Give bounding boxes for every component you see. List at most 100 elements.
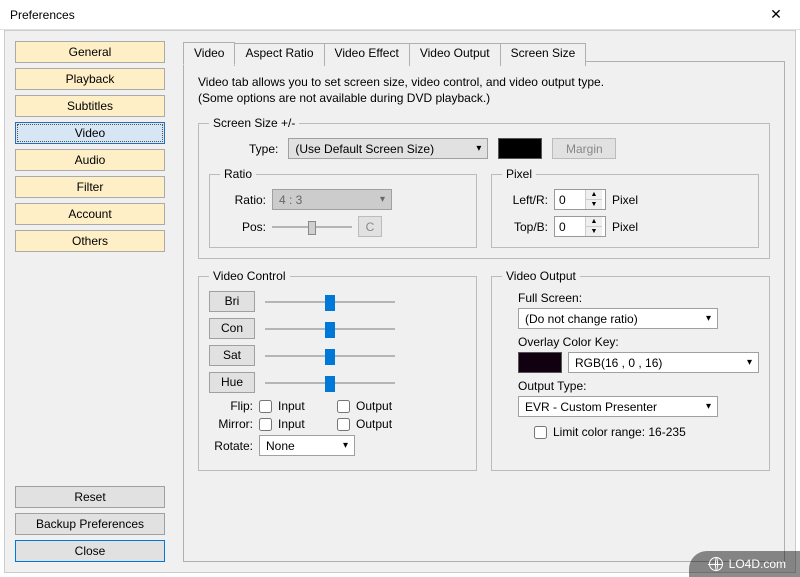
screen-size-legend: Screen Size +/- (209, 116, 299, 130)
sidebar: General Playback Subtitles Video Audio F… (15, 41, 165, 562)
rotate-label: Rotate: (209, 439, 253, 453)
watermark: LO4D.com (689, 551, 800, 577)
tab-panel: Video tab allows you to set screen size,… (183, 61, 785, 562)
chevron-down-icon: ▾ (706, 313, 711, 324)
pixel-legend: Pixel (502, 167, 536, 181)
mirror-input-checkbox[interactable] (259, 418, 272, 431)
chevron-down-icon: ▾ (706, 401, 711, 412)
sidebar-item-audio[interactable]: Audio (15, 149, 165, 171)
pos-label: Pos: (220, 220, 266, 234)
sidebar-item-filter[interactable]: Filter (15, 176, 165, 198)
brightness-button[interactable]: Bri (209, 291, 255, 312)
mirror-output-checkbox[interactable] (337, 418, 350, 431)
tab-video-output[interactable]: Video Output (409, 43, 501, 66)
spin-up-icon[interactable]: ▲ (586, 217, 602, 227)
ratio-select[interactable]: 4 : 3 ▾ (272, 189, 392, 210)
tab-video-effect[interactable]: Video Effect (324, 43, 410, 66)
overlay-select-value: RGB(16 , 0 , 16) (575, 356, 662, 370)
color-swatch[interactable] (498, 138, 542, 159)
content: General Playback Subtitles Video Audio F… (4, 30, 796, 573)
description: Video tab allows you to set screen size,… (198, 74, 770, 106)
main-panel: Video Aspect Ratio Video Effect Video Ou… (183, 41, 785, 562)
rotate-select[interactable]: None ▾ (259, 435, 355, 456)
saturation-button[interactable]: Sat (209, 345, 255, 366)
reset-button[interactable]: Reset (15, 486, 165, 508)
chevron-down-icon: ▾ (747, 357, 752, 368)
video-control-group: Video Control Bri Con Sat Hue (198, 269, 477, 471)
type-label: Type: (249, 142, 278, 156)
globe-icon (709, 557, 723, 571)
hue-button[interactable]: Hue (209, 372, 255, 393)
mirror-input-label: Input (278, 417, 305, 431)
type-select-value: (Use Default Screen Size) (295, 142, 434, 156)
spin-down-icon[interactable]: ▼ (586, 200, 602, 210)
fullscreen-select-value: (Do not change ratio) (525, 312, 638, 326)
video-output-legend: Video Output (502, 269, 580, 283)
tab-screen-size[interactable]: Screen Size (500, 43, 587, 66)
type-select[interactable]: (Use Default Screen Size) ▾ (288, 138, 488, 159)
screen-size-group: Screen Size +/- Type: (Use Default Scree… (198, 116, 770, 259)
saturation-slider[interactable] (265, 347, 395, 365)
mirror-label: Mirror: (209, 417, 253, 431)
left-spinner[interactable]: ▲▼ (554, 189, 606, 210)
flip-label: Flip: (209, 399, 253, 413)
chevron-down-icon: ▾ (343, 440, 348, 451)
pixel-unit: Pixel (612, 220, 638, 234)
output-type-label: Output Type: (502, 379, 759, 393)
contrast-slider[interactable] (265, 320, 395, 338)
hue-slider[interactable] (265, 374, 395, 392)
ratio-select-value: 4 : 3 (279, 193, 302, 207)
flip-output-label: Output (356, 399, 392, 413)
margin-button[interactable]: Margin (552, 138, 616, 159)
window-title: Preferences (10, 8, 75, 22)
overlay-color-swatch[interactable] (518, 352, 562, 373)
top-input[interactable] (555, 220, 585, 234)
tabs: Video Aspect Ratio Video Effect Video Ou… (183, 41, 785, 64)
titlebar: Preferences ✕ (0, 0, 800, 30)
backup-preferences-button[interactable]: Backup Preferences (15, 513, 165, 535)
output-type-select-value: EVR - Custom Presenter (525, 400, 657, 414)
sidebar-item-video[interactable]: Video (15, 122, 165, 144)
brightness-slider[interactable] (265, 293, 395, 311)
left-label: Left/R: (502, 193, 548, 207)
top-spinner[interactable]: ▲▼ (554, 216, 606, 237)
spin-down-icon[interactable]: ▼ (586, 227, 602, 237)
limit-color-range-checkbox[interactable] (534, 426, 547, 439)
fullscreen-label: Full Screen: (502, 291, 759, 305)
pos-slider[interactable] (272, 218, 352, 236)
chevron-down-icon: ▾ (476, 143, 481, 154)
left-input[interactable] (555, 193, 585, 207)
limit-color-range-label: Limit color range: 16-235 (553, 425, 686, 439)
sidebar-item-playback[interactable]: Playback (15, 68, 165, 90)
flip-output-checkbox[interactable] (337, 400, 350, 413)
pixel-group: Pixel Left/R: ▲▼ Pixel Top/B: (491, 167, 759, 248)
ratio-label: Ratio: (220, 193, 266, 207)
rotate-select-value: None (266, 439, 295, 453)
center-button[interactable]: C (358, 216, 382, 237)
close-icon[interactable]: ✕ (762, 6, 790, 23)
flip-input-checkbox[interactable] (259, 400, 272, 413)
flip-input-label: Input (278, 399, 305, 413)
output-type-select[interactable]: EVR - Custom Presenter ▾ (518, 396, 718, 417)
ratio-group: Ratio Ratio: 4 : 3 ▾ Pos: (209, 167, 477, 248)
close-button[interactable]: Close (15, 540, 165, 562)
sidebar-item-subtitles[interactable]: Subtitles (15, 95, 165, 117)
contrast-button[interactable]: Con (209, 318, 255, 339)
watermark-text: LO4D.com (729, 557, 786, 571)
sidebar-item-general[interactable]: General (15, 41, 165, 63)
pixel-unit: Pixel (612, 193, 638, 207)
tab-aspect-ratio[interactable]: Aspect Ratio (234, 43, 324, 66)
mirror-output-label: Output (356, 417, 392, 431)
video-control-legend: Video Control (209, 269, 290, 283)
sidebar-item-account[interactable]: Account (15, 203, 165, 225)
fullscreen-select[interactable]: (Do not change ratio) ▾ (518, 308, 718, 329)
overlay-label: Overlay Color Key: (502, 335, 759, 349)
top-label: Top/B: (502, 220, 548, 234)
tab-video[interactable]: Video (183, 42, 235, 65)
sidebar-item-others[interactable]: Others (15, 230, 165, 252)
overlay-select[interactable]: RGB(16 , 0 , 16) ▾ (568, 352, 759, 373)
video-output-group: Video Output Full Screen: (Do not change… (491, 269, 770, 471)
ratio-legend: Ratio (220, 167, 256, 181)
chevron-down-icon: ▾ (380, 194, 385, 205)
spin-up-icon[interactable]: ▲ (586, 190, 602, 200)
